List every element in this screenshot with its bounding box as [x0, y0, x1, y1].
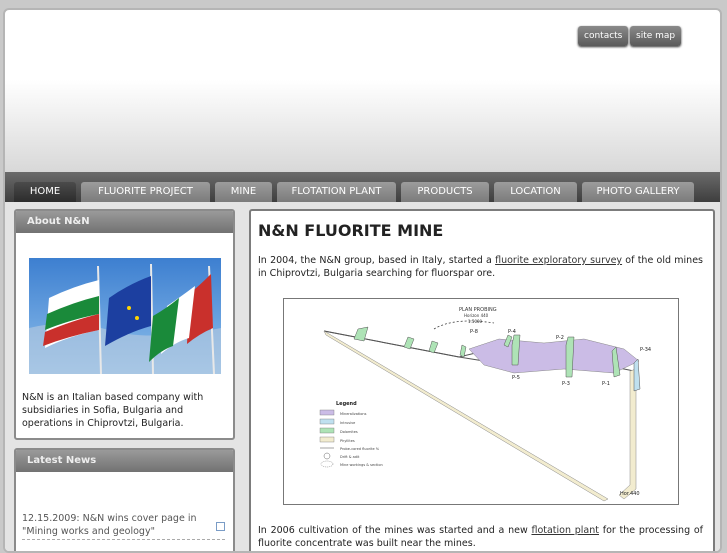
map-point-p34: P-34: [640, 347, 651, 353]
map-point-p3: P-3: [562, 381, 570, 387]
map-point-p4: P-4: [508, 329, 516, 335]
map-legend-item: Probe-cored fluorite %: [340, 447, 380, 451]
external-link-icon[interactable]: [216, 522, 225, 531]
map-scale: 1:5000: [468, 319, 483, 324]
news-box: Latest News 12.15.2009: N&N wins cover p…: [14, 448, 235, 551]
intro-paragraph: In 2004, the N&N group, based in Italy, …: [258, 255, 703, 279]
map-legend-item: Dolomites: [340, 430, 358, 434]
news-item[interactable]: 12.15.2009: N&N wins cover page in "Mini…: [22, 512, 207, 538]
map-subtitle: Horizon 440: [464, 313, 489, 318]
fluorite-survey-link[interactable]: fluorite exploratory survey: [495, 255, 622, 266]
map-legend-item: Phyllites: [340, 439, 355, 443]
contacts-button[interactable]: contacts: [578, 26, 629, 46]
mine-plan-map: PLAN PROBING Horizon 440 1:5000 P-8 P-4 …: [283, 298, 679, 505]
map-horizon-label: Hor.440: [620, 491, 640, 497]
map-point-p2: P-2: [556, 335, 564, 341]
tab-home[interactable]: HOME: [14, 182, 76, 202]
tab-location[interactable]: LOCATION: [494, 182, 577, 202]
about-text: N&N is an Italian based company with sub…: [22, 392, 204, 429]
map-legend-item: Mine workings & section: [340, 463, 383, 467]
tab-fluorite-project[interactable]: FLUORITE PROJECT: [81, 182, 210, 202]
news-heading: Latest News: [16, 450, 233, 472]
cultivation-paragraph: In 2006 cultivation of the mines was sta…: [258, 525, 704, 549]
map-legend-title: Legend: [336, 401, 357, 407]
news-divider: [22, 539, 225, 540]
header-banner: [5, 80, 720, 172]
map-point-p1: P-1: [602, 381, 610, 387]
about-heading: About N&N: [16, 211, 233, 233]
map-legend-item: Drift & adit: [340, 455, 360, 459]
content-area: About N&N N&N is an Italian based compan…: [5, 202, 720, 551]
tab-mine[interactable]: MINE: [215, 182, 272, 202]
map-point-p8: P-8: [470, 329, 478, 335]
map-point-p5: P-5: [512, 375, 520, 381]
main-navigation: HOME FLUORITE PROJECT MINE FLOTATION PLA…: [5, 172, 720, 202]
map-legend-item: Intrusive: [340, 421, 355, 425]
tab-products[interactable]: PRODUCTS: [401, 182, 489, 202]
tab-photo-gallery[interactable]: PHOTO GALLERY: [582, 182, 694, 202]
flotation-plant-link[interactable]: flotation plant: [531, 525, 599, 536]
flags-photo: [29, 258, 221, 374]
about-box: About N&N N&N is an Italian based compan…: [14, 209, 235, 440]
main-content: N&N FLUORITE MINE In 2004, the N&N group…: [249, 209, 715, 551]
site-map-button[interactable]: site map: [630, 26, 682, 46]
map-legend-item: Mineralizations: [340, 412, 367, 416]
tab-flotation-plant[interactable]: FLOTATION PLANT: [277, 182, 396, 202]
page-title: N&N FLUORITE MINE: [258, 221, 444, 240]
page-frame: contacts site map HOME FLUORITE PROJECT …: [3, 8, 722, 553]
